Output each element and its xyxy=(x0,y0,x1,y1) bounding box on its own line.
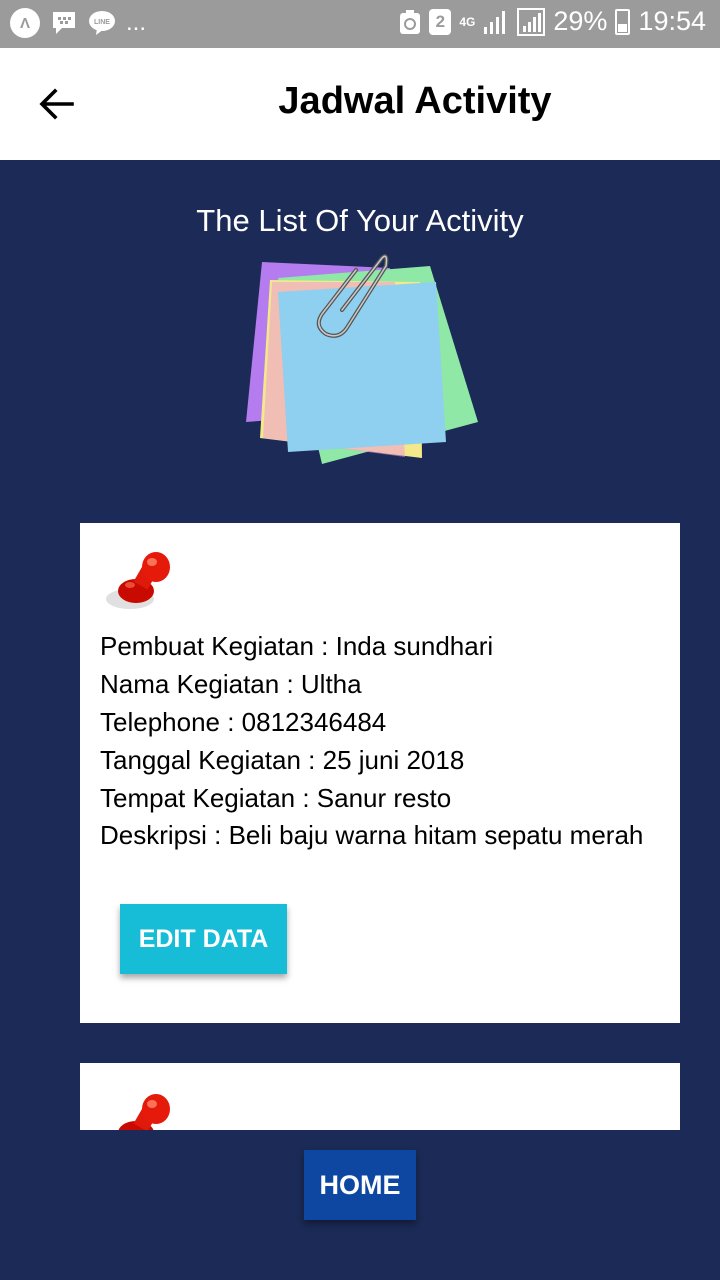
bbm-icon xyxy=(53,12,75,34)
red-pushpin-icon xyxy=(106,552,170,609)
edit-data-button[interactable]: EDIT DATA xyxy=(120,904,287,974)
line-icon: LINE xyxy=(89,11,115,35)
status-right-icons: 2 4G 29% 19:54 xyxy=(399,6,706,37)
status-left-icons: Λ LINE ... xyxy=(10,8,146,38)
activity-details: Pembuat Kegiatan : Inda sundhari Nama Ke… xyxy=(100,627,660,851)
sticky-notes-illustration xyxy=(246,254,478,464)
signal-icon xyxy=(484,10,506,34)
status-overflow: ... xyxy=(126,9,147,36)
red-pushpin-icon xyxy=(118,1094,170,1130)
home-button[interactable]: HOME xyxy=(304,1150,416,1220)
network-type: 4G xyxy=(459,14,476,29)
nama-kegiatan-text: Nama Kegiatan : Ultha xyxy=(100,669,362,699)
sim-badge: 2 xyxy=(429,8,452,35)
battery-icon xyxy=(615,8,631,35)
telephone-text: Telephone : 0812346484 xyxy=(100,707,387,737)
deskripsi-text: Deskripsi : Beli baju warna hitam sepatu… xyxy=(100,820,644,850)
activity-card: Pembuat Kegiatan : Inda sundhari Nama Ke… xyxy=(80,523,680,1023)
android-auto-icon: Λ xyxy=(10,8,40,38)
tanggal-kegiatan-text: Tanggal Kegiatan : 25 juni 2018 xyxy=(100,745,465,775)
recycle-icon xyxy=(400,9,421,34)
app-bar: Jadwal Activity xyxy=(0,48,720,160)
activity-card xyxy=(80,1063,680,1130)
status-time: 19:54 xyxy=(638,6,706,36)
signal-2-icon xyxy=(517,7,546,36)
line-icon-label: LINE xyxy=(94,19,110,26)
status-bar: Λ LINE ... 2 4G 29% 19:54 xyxy=(0,0,720,48)
pembuat-kegiatan-text: Pembuat Kegiatan : Inda sundhari xyxy=(100,631,494,661)
list-title: The List Of Your Activity xyxy=(196,203,524,238)
battery-percent: 29% xyxy=(553,6,608,36)
tempat-kegiatan-text: Tempat Kegiatan : Sanur resto xyxy=(100,783,452,813)
page-title: Jadwal Activity xyxy=(278,80,552,122)
